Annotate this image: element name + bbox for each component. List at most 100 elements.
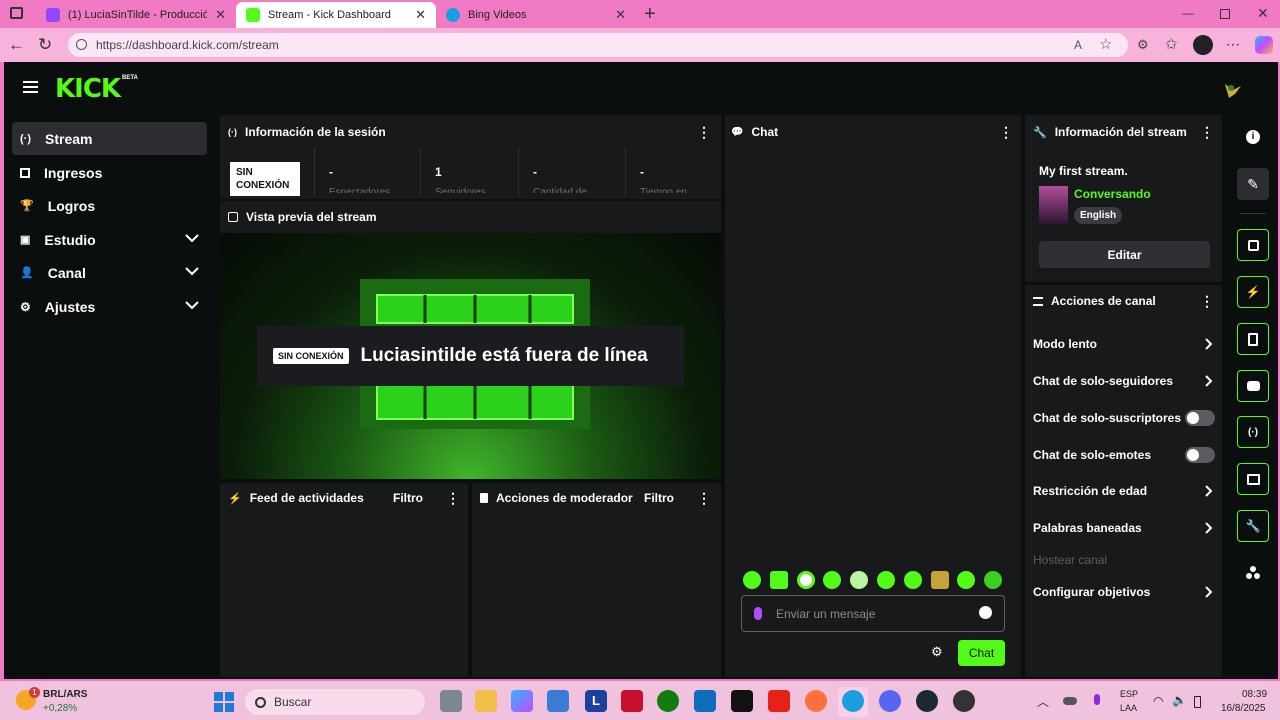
edit-pencil-button[interactable]: ✎ (1237, 168, 1269, 200)
xbox-icon[interactable] (657, 690, 679, 712)
more-options-icon[interactable]: ⋯ (1226, 36, 1240, 53)
mod-filter-button[interactable]: Filtro (644, 491, 674, 505)
emote-icon[interactable] (931, 571, 949, 589)
edit-stream-button[interactable]: Editar (1039, 241, 1210, 268)
subscribers-only-toggle[interactable] (1185, 410, 1215, 426)
microphone-icon[interactable] (754, 607, 762, 620)
back-icon[interactable]: ← (8, 35, 25, 55)
stream-info-menu-icon[interactable]: ⋮ (1200, 124, 1214, 141)
firefox-icon[interactable] (805, 690, 827, 712)
wrench-widget-button[interactable]: 🔧 (1237, 510, 1269, 542)
hamburger-menu-icon[interactable] (23, 81, 38, 93)
profile-avatar[interactable] (1193, 35, 1213, 55)
emote-icon[interactable] (797, 571, 815, 589)
battery-icon[interactable] (1194, 696, 1201, 708)
emote-icon[interactable] (957, 571, 975, 589)
extensions-icon[interactable]: ⚙ (1137, 37, 1149, 53)
obs-icon[interactable] (953, 690, 975, 712)
sidebar-item-ajustes[interactable]: ⚙ Ajustes (12, 290, 207, 323)
apps-icon[interactable] (1245, 565, 1261, 581)
chat-input[interactable]: Enviar un mensaje (741, 595, 1005, 632)
read-aloud-icon[interactable]: A (1074, 38, 1082, 52)
discord-icon[interactable] (879, 690, 901, 712)
show-hidden-icons[interactable]: ︿ (1037, 693, 1049, 710)
sidebar-item-stream[interactable]: (·) Stream (12, 122, 207, 155)
chat-widget-button[interactable] (1237, 370, 1269, 402)
emotes-only-toggle[interactable] (1185, 447, 1215, 463)
site-info-icon[interactable] (76, 39, 87, 50)
minimize-icon[interactable]: — (1182, 6, 1194, 20)
mcafee-icon[interactable] (621, 690, 643, 712)
mod-menu-icon[interactable]: ⋮ (697, 490, 711, 507)
close-window-icon[interactable]: ✕ (1257, 5, 1269, 22)
maximize-icon[interactable] (1220, 9, 1230, 19)
action-subscribers-only[interactable]: Chat de solo-suscriptores (1033, 408, 1215, 428)
channel-actions-menu-icon[interactable]: ⋮ (1200, 293, 1214, 310)
tab-actions-icon[interactable] (10, 7, 23, 19)
copilot-icon[interactable] (1255, 36, 1273, 54)
clock-time[interactable]: 08:39 (1242, 689, 1267, 700)
chevron-down-icon[interactable] (185, 233, 199, 243)
volume-icon[interactable]: 🔈 (1172, 693, 1187, 707)
category-name[interactable]: Conversando (1074, 187, 1151, 201)
wifi-icon[interactable]: ◠ (1153, 694, 1163, 708)
emote-icon[interactable] (823, 571, 841, 589)
feed-filter-button[interactable]: Filtro (393, 491, 423, 505)
broadcast-widget-button[interactable]: (·) (1237, 416, 1269, 448)
sidebar-item-estudio[interactable]: ▣ Estudio (12, 223, 207, 256)
feed-menu-icon[interactable]: ⋮ (446, 490, 460, 507)
sidebar-item-canal[interactable]: 👤 Canal (12, 256, 207, 289)
kick-logo[interactable]: KICK (55, 74, 121, 104)
emote-icon[interactable] (984, 571, 1002, 589)
browser-tab-2[interactable]: Stream - Kick Dashboard ✕ (236, 2, 436, 28)
mic-tray-icon[interactable] (1094, 694, 1100, 705)
favorites-icon[interactable]: ✩ (1165, 35, 1178, 53)
favorite-star-icon[interactable]: ☆ (1099, 35, 1112, 53)
action-slow-mode[interactable]: Modo lento (1033, 334, 1213, 354)
notes-widget-button[interactable] (1237, 323, 1269, 355)
steam-icon[interactable] (916, 690, 938, 712)
youtube-icon[interactable] (768, 690, 790, 712)
chat-send-button[interactable]: Chat (958, 640, 1005, 666)
file-explorer-icon[interactable] (475, 690, 497, 712)
onedrive-icon[interactable] (1063, 697, 1077, 705)
emote-icon[interactable] (877, 571, 895, 589)
activity-widget-button[interactable]: ⚡ (1237, 276, 1269, 308)
outlook-icon[interactable] (694, 690, 716, 712)
action-configure-goals[interactable]: Configurar objetivos (1033, 582, 1213, 602)
chevron-down-icon[interactable] (185, 300, 199, 310)
store-icon[interactable] (547, 690, 569, 712)
sidebar-item-logros[interactable]: 🏆 Logros (12, 189, 207, 222)
language-indicator[interactable]: ESP (1120, 689, 1138, 699)
taskbar-search[interactable]: Buscar (245, 689, 425, 715)
preview-widget-button[interactable] (1237, 229, 1269, 261)
action-emotes-only[interactable]: Chat de solo-emotes (1033, 445, 1215, 465)
close-tab-icon[interactable]: ✕ (415, 7, 426, 23)
emote-icon[interactable] (743, 571, 761, 589)
chat-settings-icon[interactable]: ⚙ (931, 644, 943, 660)
close-tab-icon[interactable]: ✕ (615, 7, 626, 23)
emote-icon[interactable] (770, 571, 788, 589)
emote-icon[interactable] (904, 571, 922, 589)
new-tab-button[interactable]: + (644, 3, 656, 26)
copilot-app-icon[interactable] (511, 690, 533, 712)
ticker-name[interactable]: BRL/ARS (43, 689, 87, 700)
sidebar-item-ingresos[interactable]: Ingresos (12, 156, 207, 189)
action-banned-words[interactable]: Palabras baneadas (1033, 518, 1213, 538)
action-age-restriction[interactable]: Restricción de edad (1033, 481, 1213, 501)
refresh-icon[interactable]: ↻ (38, 35, 52, 55)
emote-icon[interactable] (850, 571, 868, 589)
chevron-down-icon[interactable] (185, 266, 199, 276)
browser-tab-1[interactable]: (1) LuciaSinTilde - Producción de ✕ (36, 2, 236, 28)
task-view-icon[interactable] (440, 690, 462, 712)
l-app-icon[interactable]: L (585, 690, 607, 712)
chat-menu-icon[interactable]: ⋮ (999, 124, 1013, 141)
close-tab-icon[interactable]: ✕ (215, 7, 226, 23)
url-field[interactable]: https://dashboard.kick.com/stream (68, 33, 1128, 57)
info-icon[interactable]: i (1246, 130, 1260, 144)
edge-icon[interactable] (842, 690, 864, 712)
browser-tab-3[interactable]: Bing Videos ✕ (436, 2, 636, 28)
start-button[interactable] (214, 692, 234, 712)
netflix-icon[interactable] (731, 690, 753, 712)
session-menu-icon[interactable]: ⋮ (697, 124, 711, 141)
